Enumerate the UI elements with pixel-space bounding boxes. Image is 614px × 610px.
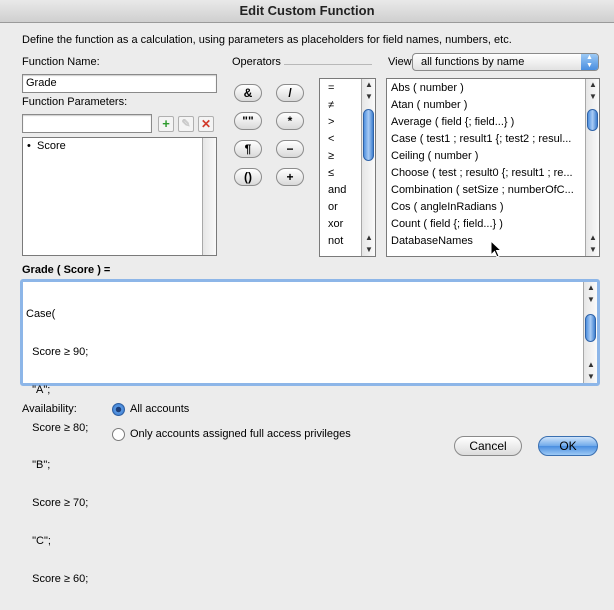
formula-label: Grade ( Score ) = [22,264,111,276]
operator-list-item[interactable]: = [328,82,334,94]
function-parameters-label: Function Parameters: [22,96,128,108]
quotes-operator-button[interactable]: "" [234,112,262,130]
parameter-label: Score [36,140,66,152]
parameter-name-input[interactable] [22,114,152,133]
function-list-item[interactable]: Cos ( angleInRadians ) [391,201,504,213]
multiply-operator-button[interactable]: * [276,112,304,130]
operator-list-item[interactable]: < [328,133,334,145]
radio-full-access-only-label[interactable]: Only accounts assigned full access privi… [130,428,351,440]
scroll-up-arrow-icon[interactable]: ▲ [584,359,598,371]
function-list-item[interactable]: Atan ( number ) [391,99,467,111]
operator-list-item[interactable]: and [328,184,346,196]
function-list-item[interactable]: Case ( test1 ; result1 {; test2 ; resul.… [391,133,571,145]
scroll-up-arrow-icon[interactable]: ▲ [584,282,598,294]
function-list-item[interactable]: Average ( field {; field...} ) [391,116,514,128]
function-name-value: Grade [26,77,57,89]
ampersand-operator-button[interactable]: & [234,84,262,102]
function-name-field[interactable]: Grade [22,74,217,93]
function-list-item[interactable]: Abs ( number ) [391,82,464,94]
x-icon[interactable]: ✕ [198,116,214,132]
operator-list-item[interactable]: ≠ [328,99,334,111]
formula-line: "C"; [26,534,51,547]
function-list-item[interactable]: Count ( field {; field...} ) [391,218,503,230]
operator-list-item[interactable]: > [328,116,334,128]
parameter-list[interactable]: • Score [22,137,217,256]
window-title: Edit Custom Function [0,0,614,23]
function-list-item[interactable]: DatabaseNames [391,235,473,247]
parameter-list-scrollbar[interactable] [202,138,216,255]
operator-list-item[interactable]: ≥ [328,150,334,162]
list-item[interactable]: • Score [27,140,66,152]
operator-list[interactable]: = ≠ > < ≥ ≤ and or xor not ▲ ▼ ▲ ▼ [319,78,376,257]
formula-line: "B"; [26,459,51,472]
plus-operator-button[interactable]: + [276,168,304,186]
scroll-thumb[interactable] [585,314,596,342]
formula-line: "A"; [26,383,51,396]
scroll-up-arrow-icon[interactable]: ▲ [586,79,599,91]
instructions-text: Define the function as a calculation, us… [22,34,512,46]
view-label: View [388,56,412,68]
function-name-label: Function Name: [22,56,100,68]
operator-list-item[interactable]: not [328,235,343,247]
scroll-up-arrow-icon[interactable]: ▲ [362,79,375,91]
scroll-thumb[interactable] [363,109,374,161]
plus-icon[interactable]: + [158,116,174,132]
functions-list[interactable]: Abs ( number ) Atan ( number ) Average (… [386,78,600,257]
scroll-up-arrow-icon[interactable]: ▲ [362,232,375,244]
function-list-item[interactable]: Combination ( setSize ; numberOfC... [391,184,574,196]
availability-label: Availability: [22,403,77,415]
divide-operator-button[interactable]: / [276,84,304,102]
bullet-icon: • [27,140,31,152]
function-list-item[interactable]: Choose ( test ; result0 {; result1 ; re.… [391,167,573,179]
minus-operator-button[interactable]: − [276,140,304,158]
function-list-item[interactable]: Ceiling ( number ) [391,150,478,162]
operator-list-item[interactable]: xor [328,218,343,230]
formula-editor[interactable]: Case( Score ≥ 90; "A"; Score ≥ 80; "B"; … [20,279,600,585]
operator-list-item[interactable]: or [328,201,338,213]
radio-full-access-only[interactable] [112,428,125,441]
view-dropdown-value: all functions by name [421,56,525,68]
chevron-updown-icon: ▲ ▼ [581,54,598,70]
radio-all-accounts[interactable] [112,403,125,416]
scroll-down-arrow-icon[interactable]: ▼ [362,91,375,103]
mouse-pointer-icon [490,240,503,258]
cancel-button[interactable]: Cancel [454,436,522,456]
operators-divider [284,64,372,65]
formula-line: Case( [26,308,56,321]
scroll-up-arrow-icon[interactable]: ▲ [586,232,599,244]
formula-scrollbar[interactable]: ▲ ▼ ▲ ▼ [583,282,597,383]
scroll-down-arrow-icon[interactable]: ▼ [586,91,599,103]
scroll-down-arrow-icon[interactable]: ▼ [586,244,599,256]
radio-all-accounts-label[interactable]: All accounts [130,403,189,415]
ok-button[interactable]: OK [538,436,598,456]
operator-list-scrollbar[interactable]: ▲ ▼ ▲ ▼ [361,79,375,256]
parentheses-operator-button[interactable]: () [234,168,262,186]
formula-line: Score ≥ 70; [26,497,89,510]
pilcrow-operator-button[interactable]: ¶ [234,140,262,158]
pencil-icon[interactable]: ✎ [178,116,194,132]
operators-label: Operators [232,56,281,68]
scroll-thumb[interactable] [587,109,598,131]
scroll-down-arrow-icon[interactable]: ▼ [362,244,375,256]
functions-list-scrollbar[interactable]: ▲ ▼ ▲ ▼ [585,79,599,256]
formula-line: Score ≥ 90; [26,345,89,358]
scroll-down-arrow-icon[interactable]: ▼ [584,371,598,383]
view-dropdown[interactable]: all functions by name ▲ ▼ [412,53,599,71]
formula-line: Score ≥ 60; [26,572,89,585]
scroll-down-arrow-icon[interactable]: ▼ [584,294,598,306]
operator-list-item[interactable]: ≤ [328,167,334,179]
